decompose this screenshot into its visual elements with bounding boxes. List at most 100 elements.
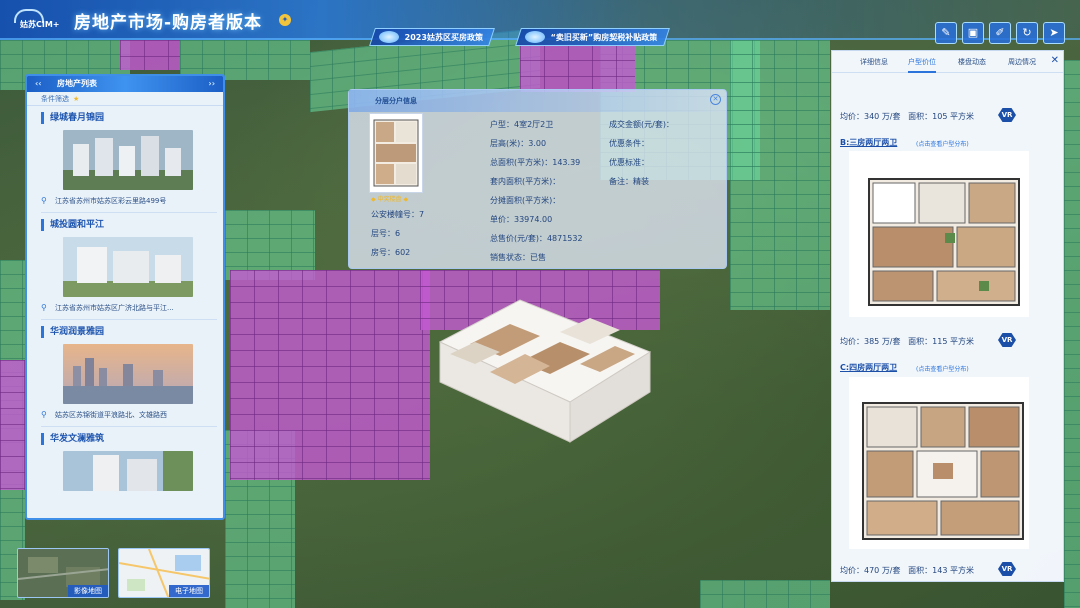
location-pin-icon: ⚲: [41, 196, 47, 205]
location-pin-icon: ⚲: [41, 410, 47, 419]
listing-photo[interactable]: [63, 130, 193, 190]
filter-toggle[interactable]: 条件筛选 ★: [27, 92, 223, 106]
listing-photo[interactable]: [63, 237, 193, 297]
tab-project-news[interactable]: 楼盘动态: [958, 51, 986, 73]
award-badge: ◆ 中奖楼盘 ◆: [371, 196, 409, 203]
building-purple[interactable]: [120, 40, 180, 70]
pointer-icon: ➤: [1049, 26, 1059, 39]
chevron-left-icon: ‹‹: [35, 79, 42, 88]
pointer-tool-button[interactable]: ➤: [1043, 22, 1065, 44]
building-photo-image: [63, 130, 193, 190]
draw-tool-button[interactable]: ✐: [989, 22, 1011, 44]
building-purple[interactable]: [520, 44, 635, 92]
field-gross-area: 总面积(平方米)：143.39: [490, 158, 581, 167]
refresh-button[interactable]: ↻: [1016, 22, 1038, 44]
vr-button[interactable]: VR: [998, 562, 1016, 576]
listing-item[interactable]: 华发文澜雅筑: [41, 433, 217, 491]
map-label: 电子地图: [169, 585, 209, 597]
unit-b-title[interactable]: B:三房两厅两卫: [840, 137, 897, 148]
field-total-price: 总售价(元/套)：4871532: [490, 234, 583, 243]
building-photo-image: [63, 237, 193, 297]
refresh-icon: ↻: [1022, 26, 1032, 39]
unit-b-price-row: 均价：385 万/套 面积：115 平方米: [840, 337, 974, 346]
filter-label: 条件筛选: [41, 95, 69, 103]
area-measure-icon: ▣: [967, 26, 979, 39]
popup-title: 分层分户信息: [349, 90, 726, 112]
listing-photo[interactable]: [63, 451, 193, 491]
unit-c-title[interactable]: C:四房两厅两卫: [840, 362, 897, 373]
map-pin-icon: [525, 31, 545, 43]
listing-name[interactable]: 华发文澜雅筑: [41, 433, 217, 445]
field-layout: 户型：4室2厅2卫: [490, 120, 554, 129]
property-detail-panel: 详细信息 户型价位 楼盘动态 周边情况 ✕ 均价：340 万/套 面积：105 …: [831, 50, 1064, 582]
logo-text: 姑苏CIM+: [20, 20, 60, 29]
policy-label: 2023姑苏区买房政策: [404, 33, 483, 42]
policy-button-deed-tax[interactable]: “卖旧买新”购房契税补贴政策: [515, 28, 670, 46]
map-label: 影像地图: [68, 585, 108, 597]
floorplan-thumbnail[interactable]: [369, 113, 423, 193]
field-unit-price: 单价：33974.00: [490, 215, 553, 224]
ruler-icon: ✎: [941, 26, 951, 39]
listing-address: ⚲ 江苏省苏州市姑苏区广济北路与平江...: [41, 303, 174, 312]
building-photo-image: [63, 451, 193, 491]
unit-b-hint[interactable]: (点击查看户型分布): [916, 139, 969, 148]
chevron-right-icon[interactable]: ››: [208, 76, 215, 92]
unit-c-floorplan[interactable]: [849, 377, 1029, 549]
listing-item[interactable]: 绿城春月锦园 ⚲ 江苏省苏州市姑苏区彩云里路499号: [41, 112, 217, 213]
tab-unit-prices[interactable]: 户型价位: [908, 51, 936, 73]
tab-surroundings[interactable]: 周边情况: [1008, 51, 1036, 73]
field-discount-condition: 优惠条件：: [609, 139, 649, 148]
unit-c-price-row: 均价：470 万/套 面积：143 平方米: [840, 566, 974, 575]
star-icon: ★: [73, 95, 80, 103]
floorplan-c-image: [862, 402, 1024, 540]
title-badge-icon: ✦: [279, 14, 291, 26]
detail-tabs: 详细信息 户型价位 楼盘动态 周边情况 ✕: [832, 51, 1063, 73]
field-room: 房号：602: [371, 248, 411, 257]
tab-details[interactable]: 详细信息: [860, 51, 888, 73]
panel-header: ‹‹ 房地产列表 ››: [27, 76, 223, 92]
building-purple[interactable]: [230, 270, 430, 480]
vr-button[interactable]: VR: [998, 333, 1016, 347]
unit-b-floorplan[interactable]: [849, 151, 1029, 317]
listing-address: ⚲ 姑苏区苏锦街道平浪路北、文雄路西: [41, 410, 167, 419]
apartment-model-image: [438, 299, 652, 443]
field-sale-status: 销售状态：已售: [490, 253, 546, 262]
ruler-tool-button[interactable]: ✎: [935, 22, 957, 44]
listing-name[interactable]: 城投圆和平江: [41, 219, 217, 231]
apartment-3d-model[interactable]: [430, 292, 660, 452]
listing-item[interactable]: 城投圆和平江 ⚲ 江苏省苏州市姑苏区广济北路与平江...: [41, 219, 217, 320]
satellite-map-switch[interactable]: 影像地图: [17, 548, 109, 598]
building-green[interactable]: [730, 40, 830, 310]
vr-button[interactable]: VR: [998, 108, 1016, 122]
listing-address: ⚲ 江苏省苏州市姑苏区彩云里路499号: [41, 196, 167, 205]
field-inner-area: 套内面积(平方米)：: [490, 177, 561, 186]
field-discount-standard: 优惠标准：: [609, 158, 649, 167]
field-deal-amount: 成交金额(元/套)：: [609, 120, 674, 129]
close-icon[interactable]: ✕: [710, 94, 721, 105]
listing-name[interactable]: 绿城春月锦园: [41, 112, 217, 124]
field-note: 备注：精装: [609, 177, 649, 186]
map-pin-icon: [379, 31, 399, 43]
field-gongan-building: 公安楼幢号：7: [371, 210, 425, 219]
building-green[interactable]: [700, 580, 830, 608]
policy-label: “卖旧买新”购房契税补贴政策: [550, 33, 658, 42]
area-measure-tool-button[interactable]: ▣: [962, 22, 984, 44]
policy-button-2023[interactable]: 2023姑苏区买房政策: [369, 28, 496, 46]
floorplan-b-image: [868, 178, 1020, 306]
floorplan-image: [373, 119, 419, 187]
close-icon[interactable]: ✕: [1051, 55, 1059, 66]
divider: [41, 319, 217, 320]
listing-name[interactable]: 华润润景雅园: [41, 326, 217, 338]
building-purple[interactable]: [0, 360, 25, 490]
divider: [41, 212, 217, 213]
pen-icon: ✐: [995, 26, 1005, 39]
app-title: 房地产市场-购房者版本: [74, 13, 263, 33]
unit-c-hint[interactable]: (点击查看户型分布): [916, 364, 969, 373]
electronic-map-switch[interactable]: 电子地图: [118, 548, 210, 598]
building-green[interactable]: [1064, 60, 1080, 608]
listing-photo[interactable]: [63, 344, 193, 404]
listing-item[interactable]: 华润润景雅园 ⚲ 姑苏区苏锦街道平浪路北、文雄路西: [41, 326, 217, 427]
city-skyline-image: [63, 344, 193, 404]
location-pin-icon: ⚲: [41, 303, 47, 312]
field-floor: 层号：6: [371, 229, 401, 238]
